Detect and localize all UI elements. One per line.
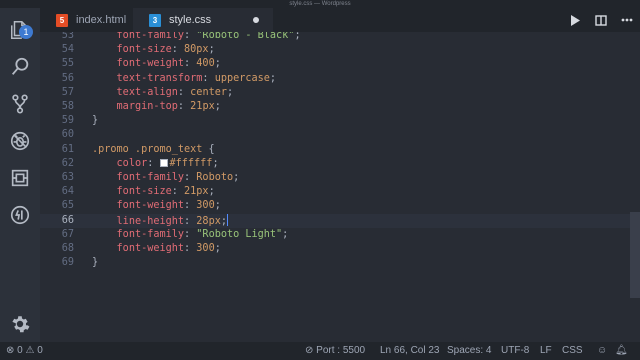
status-bar: ⊗ 0 ⚠ 0 ⊘ Port : 5500 Ln 66, Col 23 Spac… bbox=[0, 342, 640, 360]
more-icon[interactable] bbox=[620, 13, 634, 27]
line-code: font-family: Roboto; bbox=[116, 172, 240, 183]
line-code: font-weight: 300; bbox=[116, 243, 221, 254]
split-editor-icon[interactable] bbox=[594, 13, 608, 27]
line-number: 62 bbox=[61, 157, 74, 169]
line-code: } bbox=[92, 257, 99, 269]
line-code: line-height: 28px; bbox=[116, 213, 229, 227]
tab-style-css[interactable]: 3 style.css bbox=[133, 8, 273, 32]
css3-icon: 3 bbox=[149, 13, 161, 27]
line-number: 68 bbox=[61, 243, 74, 254]
line-code: font-size: 80px; bbox=[116, 44, 215, 56]
gear-icon[interactable] bbox=[6, 310, 34, 338]
line-number: 56 bbox=[61, 72, 74, 84]
line-code: margin-top: 21px; bbox=[116, 101, 221, 112]
error-icon: ⊗ bbox=[6, 345, 15, 356]
code-line[interactable]: 59} bbox=[40, 114, 640, 128]
error-count: 0 bbox=[17, 345, 23, 356]
notifications-icon[interactable]: 🔔︎ bbox=[615, 342, 628, 360]
broadcast-icon: ⊘ bbox=[305, 345, 314, 356]
line-code: font-family: "Roboto Light"; bbox=[116, 228, 289, 240]
warning-icon: ⚠ bbox=[25, 345, 35, 356]
live-server-port[interactable]: ⊘ Port : 5500 bbox=[305, 342, 365, 360]
source-control-icon[interactable] bbox=[6, 90, 34, 118]
line-number: 59 bbox=[61, 115, 74, 127]
indentation[interactable]: Spaces: 4 bbox=[447, 342, 491, 360]
line-number: 53 bbox=[61, 32, 74, 41]
code-line[interactable]: 65 font-weight: 300; bbox=[40, 199, 640, 213]
code-line[interactable]: 57 text-align: center; bbox=[40, 86, 640, 100]
tab-bar: 5 index.html 3 style.css bbox=[40, 8, 640, 32]
port-label: Port : 5500 bbox=[316, 345, 366, 356]
line-code: font-size: 21px; bbox=[116, 186, 215, 198]
tab-label: style.css bbox=[169, 14, 212, 26]
explorer-badge: 1 bbox=[19, 25, 33, 39]
line-number: 58 bbox=[61, 101, 74, 112]
tab-label: index.html bbox=[76, 14, 127, 26]
color-swatch[interactable] bbox=[159, 158, 168, 167]
activity-bar: 1 bbox=[0, 8, 40, 342]
smiley-icon[interactable]: ☺ bbox=[597, 342, 607, 360]
warning-count: 0 bbox=[37, 345, 43, 356]
line-code: font-weight: 400; bbox=[116, 58, 221, 70]
code-line[interactable]: 62 color: #ffffff; bbox=[40, 157, 640, 171]
code-line[interactable]: 66 line-height: 28px; bbox=[40, 213, 640, 228]
code-line[interactable]: 60 bbox=[40, 128, 640, 142]
code-line[interactable]: 64 font-size: 21px; bbox=[40, 185, 640, 199]
window-title: style.css — Wordpress bbox=[0, 0, 640, 8]
code-line[interactable]: 56 text-transform: uppercase; bbox=[40, 72, 640, 86]
unsaved-dot-icon[interactable] bbox=[253, 17, 259, 23]
extensions-icon[interactable] bbox=[6, 164, 34, 192]
code-line[interactable]: 61 .promo .promo_text { bbox=[40, 143, 640, 157]
line-code: text-transform: uppercase; bbox=[116, 72, 277, 84]
search-icon[interactable] bbox=[6, 53, 34, 81]
line-code: .promo .promo_text { bbox=[92, 143, 215, 155]
line-number: 54 bbox=[61, 44, 74, 56]
encoding[interactable]: UTF-8 bbox=[501, 342, 529, 360]
run-icon[interactable] bbox=[568, 13, 582, 27]
code-editor[interactable]: 69} 68 font-weight: 300; 67 font-family: "… bbox=[40, 32, 640, 342]
line-code: font-family: "Roboto - Black"; bbox=[116, 32, 301, 41]
code-line[interactable]: 54 font-size: 80px; bbox=[40, 43, 640, 57]
text-cursor bbox=[226, 213, 229, 226]
line-number: 60 bbox=[61, 129, 74, 141]
code-line[interactable]: 53 font-family: "Roboto - Black"; bbox=[40, 32, 640, 43]
debug-icon[interactable] bbox=[6, 127, 34, 155]
line-number: 55 bbox=[61, 58, 74, 70]
line-number: 57 bbox=[61, 86, 74, 98]
line-code: text-align: center; bbox=[116, 86, 234, 98]
language-mode[interactable]: CSS bbox=[562, 342, 583, 360]
code-line[interactable]: 69} bbox=[40, 256, 640, 270]
line-number: 63 bbox=[61, 172, 74, 183]
line-code: font-weight: 300; bbox=[116, 200, 221, 212]
vertical-scrollbar[interactable] bbox=[630, 212, 640, 298]
line-number: 64 bbox=[61, 186, 74, 198]
code-line[interactable]: 67 font-family: "Roboto Light"; bbox=[40, 228, 640, 242]
line-number: 69 bbox=[61, 257, 74, 269]
line-number: 65 bbox=[61, 200, 74, 212]
cursor-position[interactable]: Ln 66, Col 23 bbox=[380, 342, 440, 360]
line-ending[interactable]: LF bbox=[540, 342, 552, 360]
line-number: 66 bbox=[61, 214, 74, 226]
code-line[interactable]: 58 margin-top: 21px; bbox=[40, 100, 640, 114]
code-line[interactable]: 63 font-family: Roboto; bbox=[40, 171, 640, 185]
code-line[interactable]: 68 font-weight: 300; bbox=[40, 242, 640, 256]
code-line[interactable]: 55 font-weight: 400; bbox=[40, 57, 640, 71]
line-number: 67 bbox=[61, 228, 74, 240]
html5-icon: 5 bbox=[56, 13, 68, 27]
problems-indicator[interactable]: ⊗ 0 ⚠ 0 bbox=[6, 342, 43, 360]
line-code: color: #ffffff; bbox=[116, 157, 219, 169]
line-number: 61 bbox=[61, 143, 74, 155]
tab-index-html[interactable]: 5 index.html bbox=[40, 8, 132, 32]
remote-icon[interactable] bbox=[6, 201, 34, 229]
line-code: } bbox=[92, 115, 99, 127]
